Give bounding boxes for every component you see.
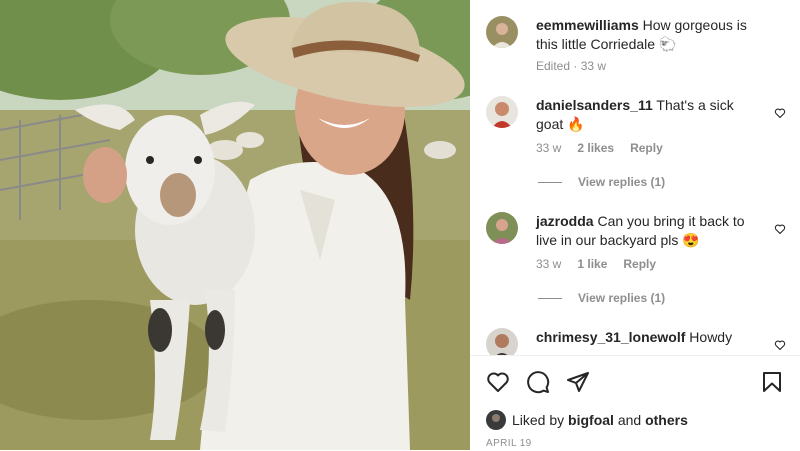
heart-icon[interactable] — [486, 370, 510, 394]
divider — [538, 298, 562, 300]
comment-text: chrimesy_31_lonewolf Howdy — [536, 328, 762, 347]
comment-icon[interactable] — [526, 370, 550, 394]
heart-icon[interactable] — [774, 107, 786, 119]
photo-illustration — [0, 0, 470, 450]
liked-by-prefix: Liked by — [512, 412, 565, 428]
reply-button[interactable]: Reply — [623, 257, 656, 271]
bookmark-icon[interactable] — [760, 370, 784, 394]
view-replies-button[interactable]: View replies (1) — [538, 291, 665, 305]
paper-plane-icon[interactable] — [566, 370, 590, 394]
comment-username[interactable]: eemmewilliams — [536, 17, 639, 33]
comment-time: 33 w — [536, 141, 562, 155]
comment-text: jazrodda Can you bring it back to live i… — [536, 212, 762, 250]
post-actions: Liked by bigfoal and others APRIL 19 — [470, 355, 800, 451]
comment-meta: 33 w 1 like Reply — [536, 257, 656, 271]
comment-meta: Edited · 33 w — [536, 59, 606, 73]
comment-username[interactable]: danielsanders_11 — [536, 97, 653, 113]
view-replies-label: View replies (1) — [578, 291, 666, 305]
heart-icon[interactable] — [774, 339, 786, 351]
avatar[interactable] — [486, 96, 518, 128]
liked-by: Liked by bigfoal and others — [486, 410, 688, 430]
comment-likes[interactable]: 1 like — [577, 257, 607, 271]
post-view: eemmewilliams How gorgeous is this littl… — [0, 0, 800, 451]
view-replies-button[interactable]: View replies (1) — [538, 175, 665, 189]
heart-icon[interactable] — [774, 223, 786, 235]
comment-time: Edited · 33 w — [536, 59, 607, 73]
comments-panel: eemmewilliams How gorgeous is this littl… — [470, 0, 800, 451]
avatar[interactable] — [486, 212, 518, 244]
liker-avatar[interactable] — [486, 410, 506, 430]
avatar[interactable] — [486, 16, 518, 48]
comment-meta: 33 w 2 likes Reply — [536, 141, 663, 155]
comment-text: danielsanders_11 That's a sick goat 🔥 — [536, 96, 762, 134]
comment-time: 33 w — [536, 257, 562, 271]
comment-text: eemmewilliams How gorgeous is this littl… — [536, 16, 762, 54]
liked-by-others[interactable]: others — [645, 412, 688, 428]
reply-button[interactable]: Reply — [630, 141, 663, 155]
comment-likes[interactable]: 2 likes — [577, 141, 614, 155]
comment-username[interactable]: jazrodda — [536, 213, 594, 229]
liked-by-and: and — [617, 412, 642, 428]
liked-by-user[interactable]: bigfoal — [568, 412, 614, 428]
view-replies-label: View replies (1) — [578, 175, 666, 189]
comments-list[interactable]: eemmewilliams How gorgeous is this littl… — [470, 0, 800, 355]
post-date[interactable]: APRIL 19 — [486, 438, 532, 449]
divider — [538, 182, 562, 184]
post-photo[interactable] — [0, 0, 470, 450]
comment-username[interactable]: chrimesy_31_lonewolf — [536, 329, 685, 345]
avatar[interactable] — [486, 328, 518, 355]
comment-body: Howdy — [689, 329, 733, 345]
